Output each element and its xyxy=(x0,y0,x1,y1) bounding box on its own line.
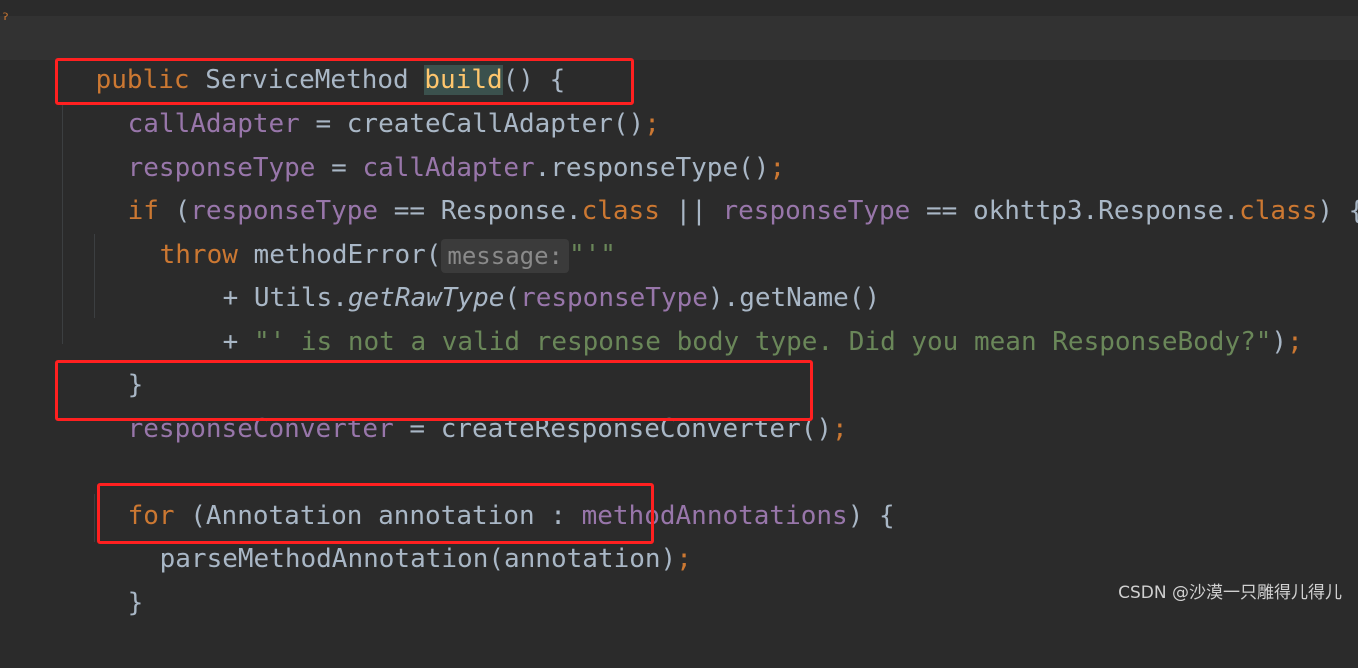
field-token: responseType xyxy=(722,196,911,226)
code-token: ) { xyxy=(847,501,895,531)
code-token: || xyxy=(659,196,723,226)
highlight-box-call-adapter xyxy=(55,58,634,105)
code-line-4: if (responseType == Response.class || re… xyxy=(65,147,1358,226)
code-token: == okhttp3.Response. xyxy=(910,196,1240,226)
watermark: CSDN @沙漠一只雕得儿得儿 xyxy=(1118,583,1342,603)
code-token: parseMethodAnnotation(annotation) xyxy=(159,544,677,574)
code-line-1: public ServiceMethod build() { xyxy=(33,16,565,95)
semicolon: ; xyxy=(1287,327,1303,357)
code-line-3: responseType = callAdapter.responseType(… xyxy=(65,104,785,183)
keyword: class xyxy=(1239,196,1318,226)
editor-top-strip xyxy=(0,0,1358,14)
closing-brace: } xyxy=(127,588,144,618)
semicolon: ; xyxy=(676,544,692,574)
code-token: ) xyxy=(1271,327,1288,357)
code-line-5: throw methodError(message: "'" xyxy=(97,191,616,273)
semicolon: ; xyxy=(832,414,848,444)
code-line-8: } xyxy=(65,321,144,400)
code-line-13: } xyxy=(65,539,144,618)
code-token: + xyxy=(222,327,254,357)
code-token: ) { xyxy=(1317,196,1358,226)
code-line-6: + Utils.getRawType(responseType).getName… xyxy=(160,234,880,313)
string-literal: "' is not a valid response body type. Di… xyxy=(253,327,1272,357)
highlight-box-parse-annotation xyxy=(97,483,654,544)
highlight-box-response-converter xyxy=(55,360,813,421)
code-line-7: + "' is not a valid response body type. … xyxy=(160,278,1303,357)
